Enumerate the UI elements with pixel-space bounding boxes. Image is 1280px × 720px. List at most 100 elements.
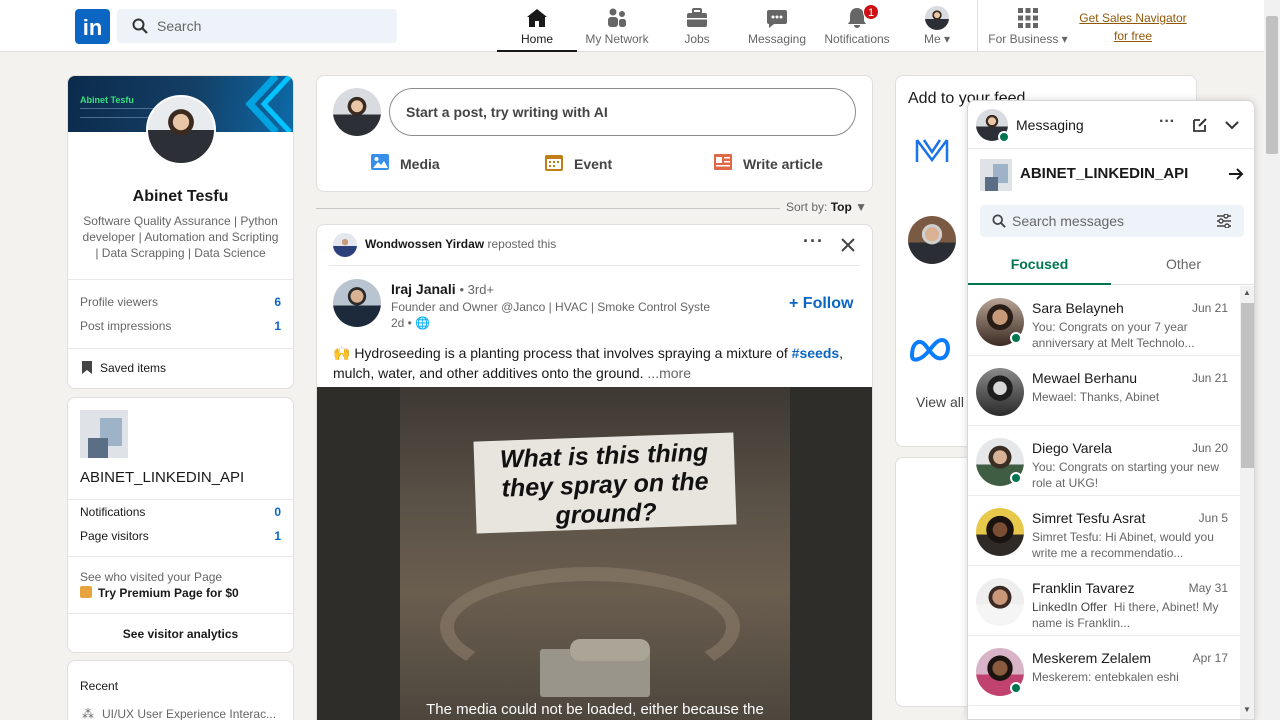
suggested-person-avatar[interactable] bbox=[908, 216, 956, 264]
messaging-icon bbox=[767, 10, 787, 28]
close-icon[interactable] bbox=[841, 238, 855, 252]
conversation-item[interactable]: Diego Varela Jun 20 You: Congrats on sta… bbox=[968, 426, 1240, 496]
nav-me[interactable]: Me ▾ bbox=[897, 0, 977, 52]
meta-logo-icon[interactable] bbox=[908, 334, 954, 364]
search-bar[interactable]: Search bbox=[117, 9, 397, 43]
profile-photo[interactable] bbox=[146, 95, 216, 165]
page-name[interactable]: ABINET_LINKEDIN_API bbox=[80, 469, 244, 486]
page-notifications-stat[interactable]: Notifications 0 bbox=[80, 505, 281, 519]
bookmark-icon bbox=[82, 361, 92, 374]
nav-divider bbox=[977, 0, 978, 52]
feed-post: Wondwossen Yirdaw reposted this ··· Iraj… bbox=[316, 224, 873, 720]
more-options-icon[interactable]: ··· bbox=[1159, 113, 1175, 131]
hashtag-link[interactable]: #seeds bbox=[792, 345, 839, 361]
premium-icon bbox=[80, 586, 92, 598]
search-icon bbox=[132, 18, 148, 34]
profile-name[interactable]: Abinet Tesfu bbox=[68, 188, 293, 206]
post-text-body: 🙌 Hydroseeding is a planting process tha… bbox=[333, 345, 792, 361]
post-composer: Start a post, try writing with AI Media … bbox=[316, 75, 873, 192]
scroll-up-icon[interactable]: ▲ bbox=[1243, 288, 1251, 297]
scroll-down-icon[interactable]: ▼ bbox=[1243, 705, 1251, 714]
conversation-item[interactable]: Simret Tesfu Asrat Jun 5 Simret Tesfu: H… bbox=[968, 496, 1240, 566]
home-icon bbox=[527, 9, 547, 27]
follow-button[interactable]: + Follow bbox=[789, 295, 853, 313]
divider bbox=[68, 556, 293, 557]
conversation-item[interactable]: Mewael Berhanu Jun 21 Mewael: Thanks, Ab… bbox=[968, 356, 1240, 426]
more-options-icon[interactable]: ··· bbox=[803, 231, 824, 252]
conversation-item[interactable]: Sara Belayneh Jun 21 You: Congrats on yo… bbox=[968, 286, 1240, 356]
offer-tag: LinkedIn Offer bbox=[1032, 600, 1108, 614]
profile-viewers-stat[interactable]: Profile viewers 6 bbox=[80, 295, 281, 309]
notification-badge: 1 bbox=[863, 4, 879, 20]
message-search-input[interactable]: Search messages bbox=[1012, 213, 1124, 229]
grid-icon bbox=[1018, 8, 1038, 28]
stat-value: 0 bbox=[274, 505, 281, 519]
message-preview: LinkedIn Offer Hi there, Abinet! My name… bbox=[1032, 599, 1222, 631]
profile-headline: Software Quality Assurance | Python deve… bbox=[82, 214, 279, 260]
try-premium-link[interactable]: Try Premium Page for $0 bbox=[80, 586, 239, 600]
nav-my-network[interactable]: My Network bbox=[577, 0, 657, 52]
page-visitors-stat[interactable]: Page visitors 1 bbox=[80, 529, 281, 543]
arrow-right-icon[interactable] bbox=[1228, 166, 1244, 182]
article-icon bbox=[714, 154, 732, 170]
sort-dropdown[interactable]: Sort by: Top ▼ bbox=[780, 200, 872, 214]
video-truck-tank bbox=[570, 639, 650, 661]
page-inbox-switcher[interactable]: ABINET_LINKEDIN_API bbox=[968, 149, 1254, 205]
conversation-item[interactable]: Franklin Tavarez May 31 LinkedIn Offer H… bbox=[968, 566, 1240, 636]
nav-jobs[interactable]: Jobs bbox=[657, 0, 737, 52]
post-video[interactable]: What is this thing they spray on the gro… bbox=[317, 387, 872, 720]
media-label: Media bbox=[400, 156, 440, 172]
page-inbox-name: ABINET_LINKEDIN_API bbox=[1020, 165, 1189, 182]
start-post-button[interactable]: Start a post, try writing with AI bbox=[389, 88, 856, 136]
composer-avatar[interactable] bbox=[333, 88, 381, 136]
nav-notifications[interactable]: 1 Notifications bbox=[817, 0, 897, 52]
divider bbox=[68, 499, 293, 500]
conversation-list: Sara Belayneh Jun 21 You: Congrats on yo… bbox=[968, 286, 1240, 719]
contact-avatar bbox=[976, 578, 1024, 626]
company-logo-icon[interactable] bbox=[915, 134, 949, 168]
stat-value: 6 bbox=[274, 295, 281, 309]
see-more-link[interactable]: ...more bbox=[647, 365, 691, 381]
article-label: Write article bbox=[743, 156, 823, 172]
author-name-line[interactable]: Iraj Janali • 3rd+ bbox=[391, 281, 494, 297]
sort-label: Sort by: bbox=[786, 200, 828, 214]
author-name: Iraj Janali bbox=[391, 281, 456, 297]
contact-name: Mewael Berhanu bbox=[1032, 370, 1138, 386]
nav-home[interactable]: Home bbox=[497, 0, 577, 52]
view-all-recommendations-link[interactable]: View all bbox=[916, 394, 964, 410]
messaging-header[interactable]: Messaging ··· bbox=[968, 101, 1254, 149]
conversation-item[interactable]: Meskerem Zelalem Apr 17 Meskerem: entebk… bbox=[968, 636, 1240, 706]
visitor-analytics-link[interactable]: See visitor analytics bbox=[68, 627, 293, 641]
message-search[interactable]: Search messages bbox=[980, 205, 1244, 237]
avatar bbox=[925, 6, 949, 30]
tab-other[interactable]: Other bbox=[1112, 245, 1254, 285]
filter-icon[interactable] bbox=[1216, 214, 1232, 228]
search-input[interactable]: Search bbox=[157, 18, 201, 34]
saved-items-link[interactable]: Saved items bbox=[82, 361, 166, 375]
tab-focused[interactable]: Focused bbox=[968, 245, 1111, 285]
event-label: Event bbox=[574, 156, 613, 172]
repost-text: reposted this bbox=[487, 237, 557, 251]
compose-icon[interactable] bbox=[1192, 117, 1208, 133]
post-impressions-stat[interactable]: Post impressions 1 bbox=[80, 319, 281, 333]
message-tabs: Focused Other bbox=[968, 245, 1254, 285]
nav-label: Jobs bbox=[684, 32, 710, 46]
page-scrollbar-thumb[interactable] bbox=[1266, 16, 1278, 154]
sales-navigator-link[interactable]: Get Sales Navigator for free bbox=[1075, 9, 1191, 45]
nav-for-business[interactable]: For Business ▾ bbox=[988, 0, 1068, 52]
conversation-scrollbar-thumb[interactable] bbox=[1241, 303, 1254, 468]
page-logo bbox=[980, 159, 1012, 191]
network-icon bbox=[608, 8, 626, 27]
reposter-avatar[interactable] bbox=[333, 233, 357, 257]
chevron-down-icon[interactable] bbox=[1224, 117, 1240, 133]
nav-messaging[interactable]: Messaging bbox=[737, 0, 817, 52]
sales-line-1: Get Sales Navigator bbox=[1079, 11, 1187, 25]
reposter-name[interactable]: Wondwossen Yirdaw bbox=[365, 237, 484, 251]
stat-label: Post impressions bbox=[80, 319, 172, 333]
recent-item[interactable]: ⁂ UI/UX User Experience Interac... bbox=[82, 707, 276, 720]
video-caption: What is this thing they spray on the gro… bbox=[473, 432, 737, 534]
author-avatar[interactable] bbox=[333, 279, 381, 327]
conversation-date: Jun 20 bbox=[1191, 441, 1228, 455]
page-logo[interactable] bbox=[80, 410, 128, 458]
linkedin-logo[interactable]: in bbox=[75, 9, 110, 44]
